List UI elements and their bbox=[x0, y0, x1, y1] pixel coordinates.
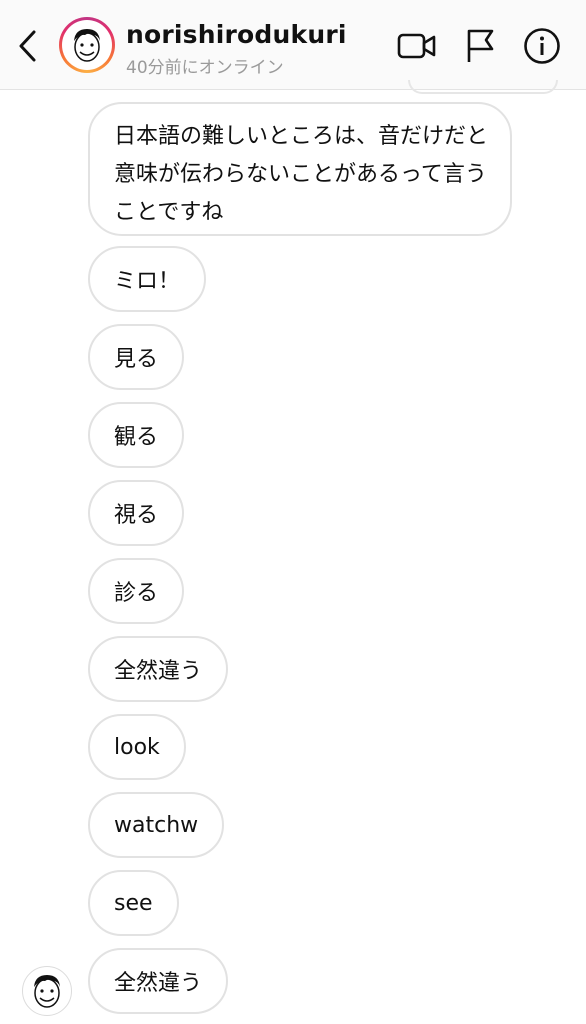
message-text: ミロ！ bbox=[114, 269, 181, 294]
sender-avatar[interactable] bbox=[22, 966, 72, 1016]
message-bubble[interactable]: 全然違う bbox=[88, 636, 229, 702]
message-bubble[interactable]: see bbox=[88, 870, 179, 936]
message-bubble[interactable]: ミロ！ bbox=[88, 246, 207, 312]
video-camera-icon bbox=[397, 33, 436, 59]
report-flag-button[interactable] bbox=[459, 24, 503, 68]
avatar-face-icon bbox=[66, 24, 108, 66]
online-status: 40分前にオンライン bbox=[126, 58, 284, 78]
message-bubble[interactable]: watchw bbox=[88, 792, 225, 858]
message-bubble[interactable]: 日本語の難しいところは、音だけだと意味が伝わらないことがあるって言うことですね bbox=[88, 102, 512, 236]
flag-icon bbox=[467, 29, 494, 62]
back-button[interactable] bbox=[10, 24, 46, 68]
chat-username[interactable]: norishirodukuri bbox=[126, 20, 347, 49]
message-text: watchw bbox=[114, 812, 199, 838]
message-bubble[interactable]: 視る bbox=[88, 480, 185, 546]
info-icon bbox=[524, 28, 560, 64]
chat-header: norishirodukuri 40分前にオンライン bbox=[0, 0, 586, 90]
profile-avatar[interactable] bbox=[59, 17, 115, 73]
message-bubble[interactable]: 診る bbox=[88, 558, 185, 624]
avatar-face-icon bbox=[34, 975, 60, 1008]
video-call-button[interactable] bbox=[395, 24, 439, 68]
chevron-left-icon bbox=[19, 30, 36, 62]
previous-message-edge bbox=[408, 80, 558, 94]
message-bubble[interactable]: look bbox=[88, 714, 186, 780]
message-text: 全然違う bbox=[114, 659, 203, 684]
message-text: 診る bbox=[114, 581, 159, 606]
message-text: 全然違う bbox=[114, 971, 203, 996]
info-button[interactable] bbox=[520, 24, 564, 68]
message-bubble[interactable]: 観る bbox=[88, 402, 185, 468]
message-text: look bbox=[114, 734, 160, 760]
message-text: 視る bbox=[114, 503, 159, 528]
message-text: see bbox=[114, 890, 153, 916]
message-text: 見る bbox=[114, 347, 159, 372]
message-text: 日本語の難しいところは、音だけだと意味が伝わらないことがあるって言うことですね bbox=[114, 124, 489, 225]
message-bubble[interactable]: 見る bbox=[88, 324, 185, 390]
message-bubble[interactable]: 全然違う bbox=[88, 948, 229, 1014]
message-text: 観る bbox=[114, 425, 159, 450]
